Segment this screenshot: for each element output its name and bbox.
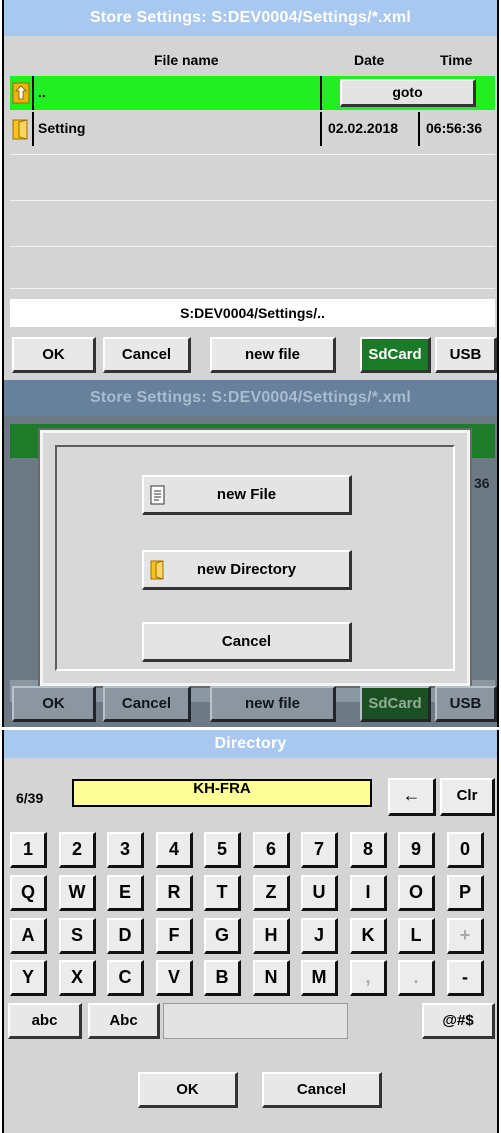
shift-mode-key[interactable]: Abc (88, 1003, 160, 1039)
directory-keyboard-screen: Directory 6/39 KH-FRA ← Clr 1234567890QW… (2, 730, 499, 1133)
window-title: Store Settings: S:DEV0004/Settings/*.xml (4, 380, 497, 416)
key-8[interactable]: 8 (350, 832, 387, 868)
sdcard-button[interactable]: SdCard (360, 337, 431, 373)
ok-button[interactable]: OK (138, 1072, 238, 1108)
column-divider (32, 112, 34, 146)
character-counter: 6/39 (16, 790, 44, 806)
file-time: 06:56:36 (426, 120, 483, 136)
space-key[interactable] (163, 1003, 348, 1039)
arrow-left-icon: ← (402, 785, 421, 805)
key-0[interactable]: 0 (447, 832, 484, 868)
key-a[interactable]: A (10, 918, 47, 954)
key-u[interactable]: U (301, 875, 338, 911)
key-p[interactable]: P (447, 875, 484, 911)
key-q[interactable]: Q (10, 875, 47, 911)
new-item-screen: Store Settings: S:DEV0004/Settings/*.xml… (2, 380, 499, 727)
key-t[interactable]: T (204, 875, 241, 911)
key-w[interactable]: W (59, 875, 96, 911)
key-7[interactable]: 7 (301, 832, 338, 868)
key-z[interactable]: Z (253, 875, 290, 911)
folder-icon (12, 119, 28, 140)
file-row-parent[interactable]: .. goto (10, 76, 495, 110)
column-header-time: Time (440, 52, 473, 68)
key-f[interactable]: F (156, 918, 193, 954)
column-divider (32, 76, 34, 110)
key-comma[interactable]: , (350, 960, 387, 996)
new-item-dialog: new File new Directory Cancel (38, 428, 472, 688)
backspace-key[interactable]: ← (388, 778, 436, 816)
key-5[interactable]: 5 (204, 832, 241, 868)
new-file-option-button[interactable]: new File (142, 475, 352, 515)
key-s[interactable]: S (59, 918, 96, 954)
column-divider (320, 76, 322, 110)
document-icon (150, 485, 165, 505)
key-b[interactable]: B (204, 960, 241, 996)
key-1[interactable]: 1 (10, 832, 47, 868)
ok-button[interactable]: OK (12, 337, 96, 373)
key-period[interactable]: . (398, 960, 435, 996)
folder-icon (150, 560, 164, 580)
window-title: Directory (4, 730, 497, 758)
cancel-button: Cancel (103, 686, 191, 722)
lowercase-mode-key[interactable]: abc (8, 1003, 82, 1039)
key-minus[interactable]: - (447, 960, 484, 996)
key-h[interactable]: H (253, 918, 290, 954)
usb-button[interactable]: USB (435, 337, 497, 373)
column-divider (320, 112, 322, 146)
new-directory-option-label: new Directory (196, 561, 297, 578)
usb-button: USB (435, 686, 497, 722)
key-x[interactable]: X (59, 960, 96, 996)
new-file-option-label: new File (216, 486, 277, 503)
dialog-cancel-button[interactable]: Cancel (142, 622, 352, 662)
new-directory-option-button[interactable]: new Directory (142, 550, 352, 590)
key-6[interactable]: 6 (253, 832, 290, 868)
key-v[interactable]: V (156, 960, 193, 996)
file-date: 02.02.2018 (328, 120, 399, 136)
key-r[interactable]: R (156, 875, 193, 911)
cancel-button[interactable]: Cancel (103, 337, 191, 373)
key-o[interactable]: O (398, 875, 435, 911)
key-y[interactable]: Y (10, 960, 47, 996)
symbols-key[interactable]: @#$ (422, 1003, 495, 1039)
column-divider (418, 112, 420, 146)
file-name: .. (38, 84, 46, 100)
column-header-file-name: File name (154, 52, 219, 68)
cancel-button[interactable]: Cancel (262, 1072, 382, 1108)
key-k[interactable]: K (350, 918, 387, 954)
row-divider (10, 200, 495, 201)
column-header-date: Date (354, 52, 385, 68)
row-divider (10, 246, 495, 247)
row-divider (10, 288, 495, 289)
up-arrow-icon (12, 82, 30, 104)
key-i[interactable]: I (350, 875, 387, 911)
new-file-button[interactable]: new file (210, 337, 336, 373)
key-4[interactable]: 4 (156, 832, 193, 868)
key-2[interactable]: 2 (59, 832, 96, 868)
key-9[interactable]: 9 (398, 832, 435, 868)
key-g[interactable]: G (204, 918, 241, 954)
file-name: Setting (38, 120, 86, 136)
key-e[interactable]: E (107, 875, 144, 911)
key-plus[interactable]: + (447, 918, 484, 954)
file-time-partial: 36 (474, 475, 490, 491)
file-row-setting[interactable]: Setting 02.02.2018 06:56:36 (10, 112, 495, 146)
key-l[interactable]: L (398, 918, 435, 954)
sdcard-button: SdCard (360, 686, 431, 722)
key-n[interactable]: N (253, 960, 290, 996)
window-title: Store Settings: S:DEV0004/Settings/*.xml (4, 0, 497, 36)
key-c[interactable]: C (107, 960, 144, 996)
key-j[interactable]: J (301, 918, 338, 954)
new-file-button: new file (210, 686, 336, 722)
store-settings-screen: Store Settings: S:DEV0004/Settings/*.xml… (2, 0, 499, 380)
row-divider (10, 154, 495, 155)
key-d[interactable]: D (107, 918, 144, 954)
ok-button: OK (12, 686, 96, 722)
key-3[interactable]: 3 (107, 832, 144, 868)
directory-name-input[interactable]: KH-FRA (72, 779, 372, 807)
goto-button[interactable]: goto (340, 79, 476, 107)
clear-key[interactable]: Clr (440, 778, 495, 816)
current-path: S:DEV0004/Settings/.. (10, 299, 495, 327)
key-m[interactable]: M (301, 960, 338, 996)
